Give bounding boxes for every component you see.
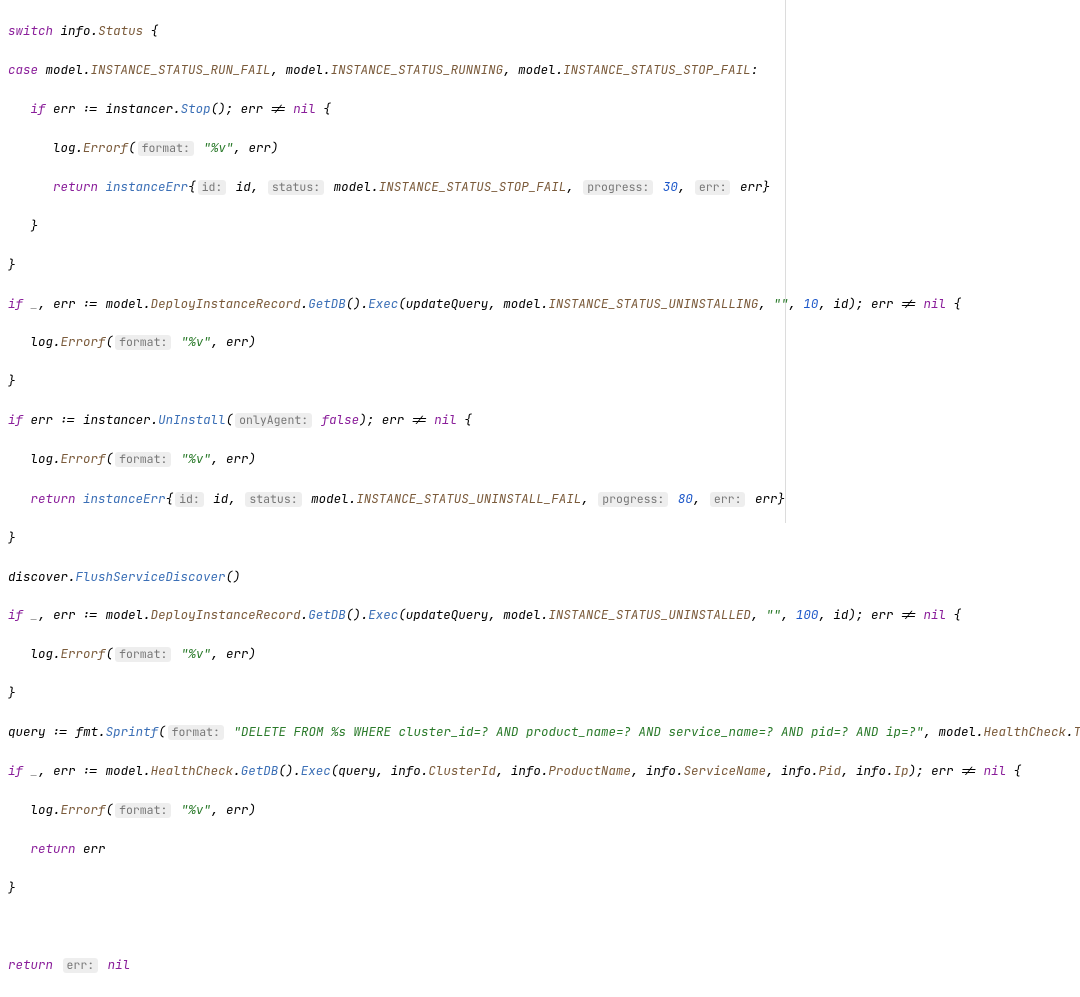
- code-line[interactable]: [8, 917, 1076, 936]
- keyword-if: if: [8, 295, 23, 312]
- keyword-return: return: [31, 840, 76, 857]
- code-line[interactable]: }: [8, 528, 1076, 547]
- code-line[interactable]: log.Errorf(format: "%v", err): [8, 449, 1076, 469]
- keyword-return: return: [8, 956, 53, 973]
- param-hint: format:: [115, 803, 171, 818]
- call-errorf: Errorf: [83, 139, 128, 156]
- code-line[interactable]: switch info.Status {: [8, 21, 1076, 40]
- keyword-return: return: [31, 490, 76, 507]
- param-hint: id:: [175, 492, 204, 507]
- param-hint: err:: [695, 180, 731, 195]
- code-line[interactable]: if _, err := model.DeployInstanceRecord.…: [8, 294, 1076, 313]
- code-line[interactable]: }: [8, 255, 1076, 274]
- code-line[interactable]: log.Errorf(format: "%v", err): [8, 644, 1076, 664]
- code-line[interactable]: if err := instancer.UnInstall(onlyAgent:…: [8, 410, 1076, 430]
- param-hint: format:: [115, 335, 171, 350]
- code-line[interactable]: query := fmt.Sprintf(format: "DELETE FRO…: [8, 722, 1076, 742]
- param-hint: status:: [245, 492, 301, 507]
- param-hint: err:: [710, 492, 746, 507]
- const: INSTANCE_STATUS_RUN_FAIL: [91, 61, 271, 78]
- code-line[interactable]: if _, err := model.DeployInstanceRecord.…: [8, 605, 1076, 624]
- code-line[interactable]: case model.INSTANCE_STATUS_RUN_FAIL, mod…: [8, 60, 1076, 79]
- keyword-case: case: [8, 61, 38, 78]
- param-hint: progress:: [598, 492, 668, 507]
- param-hint: id:: [198, 180, 227, 195]
- code-line[interactable]: discover.FlushServiceDiscover(): [8, 567, 1076, 586]
- code-line[interactable]: return err: [8, 839, 1076, 858]
- keyword-if: if: [8, 411, 23, 428]
- call-stop: Stop: [181, 100, 211, 117]
- code-line[interactable]: if _, err := model.HealthCheck.GetDB().E…: [8, 761, 1076, 780]
- code-line[interactable]: log.Errorf(format: "%v", err): [8, 800, 1076, 820]
- code-line[interactable]: if err := instancer.Stop(); err != nil {: [8, 99, 1076, 118]
- call-uninstall: UnInstall: [158, 411, 226, 428]
- call-exec: Exec: [368, 295, 398, 312]
- param-hint: onlyAgent:: [235, 413, 312, 428]
- keyword-return: return: [53, 178, 98, 195]
- code-line[interactable]: log.Errorf(format: "%v", err): [8, 332, 1076, 352]
- code-line[interactable]: log.Errorf(format: "%v", err): [8, 138, 1076, 158]
- const: INSTANCE_STATUS_RUNNING: [331, 61, 504, 78]
- number-literal: 30: [663, 178, 678, 195]
- string-literal: "%v": [203, 139, 233, 156]
- keyword-if: if: [31, 100, 46, 117]
- field-status: Status: [98, 22, 143, 39]
- code-line[interactable]: return instanceErr{id: id, status: model…: [8, 177, 1076, 197]
- call-flush: FlushServiceDiscover: [76, 568, 226, 585]
- code-line[interactable]: }: [8, 683, 1076, 702]
- keyword-if: if: [8, 606, 23, 623]
- code-line[interactable]: }: [8, 371, 1076, 390]
- string-literal: "DELETE FROM %s WHERE cluster_id=? AND p…: [233, 723, 923, 740]
- param-hint: format:: [115, 452, 171, 467]
- keyword-if: if: [8, 762, 23, 779]
- code-line[interactable]: }: [8, 878, 1076, 897]
- const: INSTANCE_STATUS_STOP_FAIL: [563, 61, 751, 78]
- param-hint: format:: [138, 141, 194, 156]
- code-line[interactable]: return err: nil: [8, 955, 1076, 975]
- call-sprintf: Sprintf: [106, 723, 159, 740]
- ident-info: info: [61, 22, 91, 39]
- keyword-switch: switch: [8, 22, 53, 39]
- call-getdb: GetDB: [308, 295, 346, 312]
- param-hint: format:: [115, 647, 171, 662]
- code-line[interactable]: return instanceErr{id: id, status: model…: [8, 489, 1076, 509]
- param-hint: err:: [63, 958, 99, 973]
- code-editor[interactable]: switch info.Status { case model.INSTANCE…: [0, 0, 1080, 997]
- param-hint: format:: [168, 725, 224, 740]
- param-hint: status:: [268, 180, 324, 195]
- param-hint: progress:: [583, 180, 653, 195]
- code-line[interactable]: }: [8, 216, 1076, 235]
